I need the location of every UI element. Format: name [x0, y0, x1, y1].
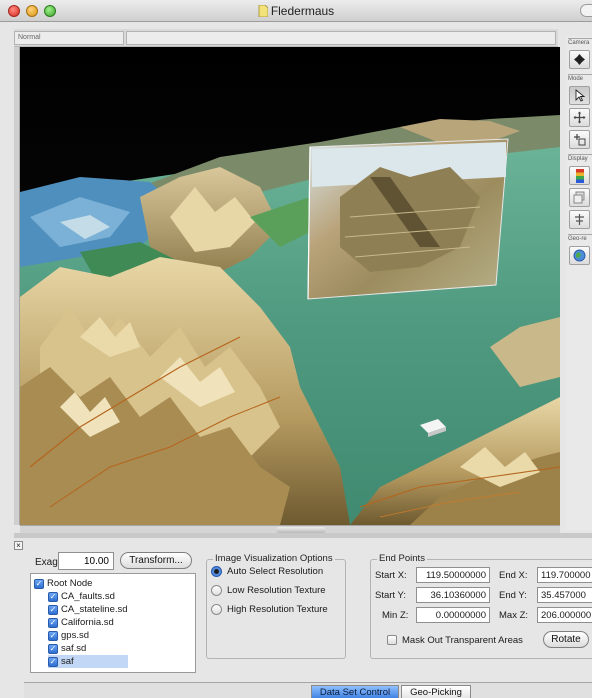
end-points-group: End Points Start X: 119.50000000 End X: …	[370, 553, 592, 659]
radio-unselected-icon[interactable]	[211, 604, 222, 615]
tree-item-label: saf	[61, 656, 74, 667]
radio-label: High Resolution Texture	[227, 604, 328, 615]
view-mode-cell[interactable]: Normal	[14, 31, 124, 45]
checkbox-checked-icon[interactable]: ✓	[48, 617, 58, 628]
mask-out-transparent-label: Mask Out Transparent Areas	[402, 635, 523, 646]
layers-icon[interactable]	[569, 188, 590, 207]
start-y-label: Start Y:	[375, 590, 406, 601]
start-x-field[interactable]: 119.50000000	[416, 567, 490, 583]
move-icon[interactable]	[569, 108, 590, 127]
high-resolution-texture-radio[interactable]: High Resolution Texture	[211, 604, 328, 615]
image-visualization-options-group: Image Visualization Options Auto Select …	[206, 553, 346, 659]
transform-button[interactable]: Transform...	[120, 552, 192, 569]
document-icon	[258, 5, 268, 17]
camera-orbit-icon[interactable]	[569, 50, 590, 69]
checkbox-checked-icon[interactable]: ✓	[48, 591, 58, 602]
tree-item-label: saf.sd	[61, 643, 87, 654]
exag-input[interactable]	[58, 552, 114, 570]
exag-label: Exag:	[35, 557, 61, 568]
view-strip: Normal	[14, 29, 558, 47]
toolbar-toggle-button[interactable]	[580, 4, 592, 17]
tree-item-saf-sd[interactable]: ✓ saf.sd	[48, 642, 86, 655]
image-visualization-options-title: Image Visualization Options	[213, 553, 335, 564]
pointer-icon[interactable]	[569, 86, 590, 105]
tab-data-set-control[interactable]: Data Set Control	[311, 685, 399, 698]
window-title: Fledermaus	[0, 4, 592, 18]
end-y-field[interactable]: 35.457000	[537, 587, 592, 603]
tree-item-ca-stateline[interactable]: ✓ CA_stateline.sd	[48, 603, 128, 616]
view-status-cell	[126, 31, 556, 45]
right-toolbar: Camera Mode Display Geo-re	[566, 36, 592, 530]
scene-tree[interactable]: ✓ Root Node ✓ CA_faults.sd ✓ CA_stateline.s…	[30, 573, 196, 673]
tab-geo-picking[interactable]: Geo-Picking	[401, 685, 471, 698]
mode-group-label: Mode	[568, 74, 592, 82]
checkbox-checked-icon[interactable]: ✓	[34, 578, 44, 589]
end-x-label: End X:	[499, 570, 528, 581]
panel-tab-bar: Data Set Control Geo-Picking	[24, 682, 592, 698]
end-y-label: End Y:	[499, 590, 527, 601]
radio-unselected-icon[interactable]	[211, 585, 222, 596]
window-titlebar: Fledermaus	[0, 0, 592, 22]
tree-item-label: gps.sd	[61, 630, 89, 641]
max-z-field[interactable]: 206.000000	[537, 607, 592, 623]
tree-item-label: California.sd	[61, 617, 114, 628]
max-z-label: Max Z:	[499, 610, 529, 621]
3d-scene-viewport[interactable]	[20, 47, 560, 525]
min-z-label: Min Z:	[382, 610, 409, 621]
mask-out-transparent-checkbox[interactable]	[387, 635, 397, 645]
end-x-field[interactable]: 119.700000	[537, 567, 592, 583]
colormap-icon[interactable]	[569, 166, 590, 185]
min-z-field[interactable]: 0.00000000	[416, 607, 490, 623]
window-title-text: Fledermaus	[270, 4, 335, 18]
auto-select-resolution-radio[interactable]: Auto Select Resolution	[211, 566, 323, 577]
low-resolution-texture-radio[interactable]: Low Resolution Texture	[211, 585, 326, 596]
add-point-icon[interactable]	[569, 130, 590, 149]
align-icon[interactable]	[569, 210, 590, 229]
tree-item-label: Root Node	[47, 578, 93, 589]
checkbox-checked-icon[interactable]: ✓	[48, 604, 58, 615]
viewport-horizontal-scrollbar[interactable]	[20, 525, 560, 533]
view-mode-label: Normal	[18, 34, 41, 41]
start-x-label: Start X:	[375, 570, 407, 581]
checkbox-checked-icon[interactable]: ✓	[48, 656, 58, 667]
terrain-scene	[20, 47, 560, 525]
radio-selected-icon[interactable]	[211, 566, 222, 577]
camera-group-label: Camera	[568, 38, 592, 46]
tree-item-ca-faults[interactable]: ✓ CA_faults.sd	[48, 590, 115, 603]
globe-icon[interactable]	[569, 246, 590, 265]
start-y-field[interactable]: 36.10360000	[416, 587, 490, 603]
rotate-button[interactable]: Rotate	[543, 631, 589, 648]
tree-item-saf[interactable]: ✓ saf	[48, 655, 128, 668]
tree-item-root-node[interactable]: ✓ Root Node	[34, 577, 92, 590]
tree-item-california[interactable]: ✓ California.sd	[48, 616, 114, 629]
tree-item-label: CA_stateline.sd	[61, 604, 128, 615]
radio-label: Low Resolution Texture	[227, 585, 326, 596]
end-points-title: End Points	[377, 553, 427, 564]
data-set-control-panel: Exag: Transform... ✓Root Node ✓CA_faults…	[0, 538, 592, 698]
checkbox-checked-icon[interactable]: ✓	[48, 630, 58, 641]
tree-item-label: CA_faults.sd	[61, 591, 115, 602]
checkbox-checked-icon[interactable]: ✓	[48, 643, 58, 654]
radio-label: Auto Select Resolution	[227, 566, 324, 577]
geo-group-label: Geo-re	[568, 234, 592, 242]
display-group-label: Display	[568, 154, 592, 162]
tree-item-gps[interactable]: ✓ gps.sd	[48, 629, 89, 642]
